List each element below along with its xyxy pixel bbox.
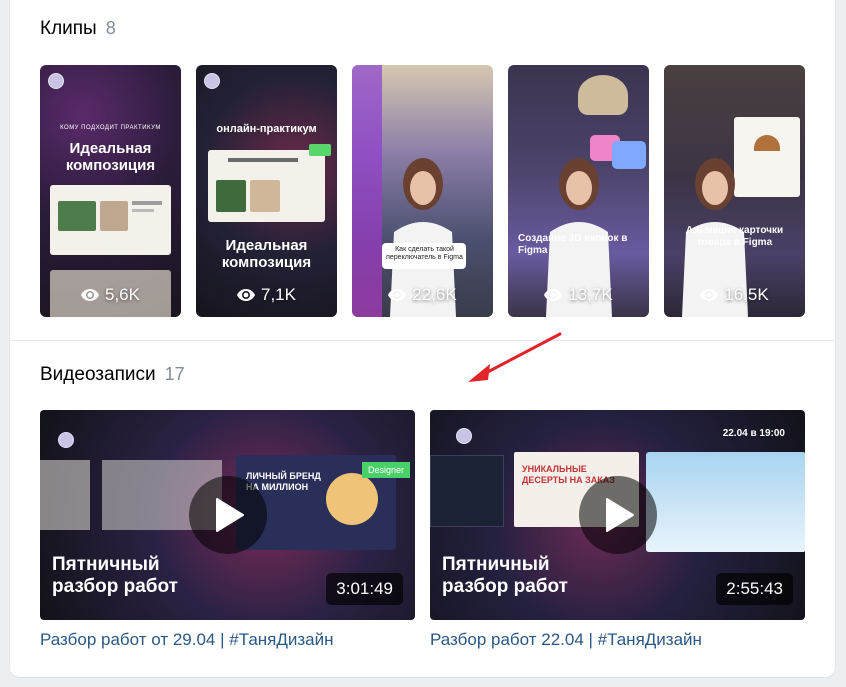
clip-caption: Анимация карточки товара в Figma [685, 225, 784, 248]
play-icon [605, 498, 634, 532]
avatar [456, 428, 472, 444]
videos-count: 17 [164, 364, 185, 384]
profile-media-card: Клипы 8 КОМУ ПОДХОДИТ ПРАКТИКУМ Идеальна… [10, 0, 835, 677]
views-count: 13,7K [568, 285, 613, 304]
design-mockup [208, 144, 331, 222]
video-item[interactable]: ЛИЧНЫЙ БРЕНД НА МИЛЛИОН Designer Пятничн… [40, 410, 415, 650]
eye-icon [544, 289, 563, 301]
design-mockup [50, 185, 171, 255]
clip-heading: Идеальная композиция [221, 237, 312, 272]
video-thumbnail[interactable]: 22.04 в 19:00 УНИКАЛЬНЫЕ ДЕСЕРТЫ НА ЗАКА… [430, 410, 805, 620]
clip-caption: Как сделать такой переключатель в Figma [386, 246, 463, 262]
avatar [48, 73, 64, 89]
eye-icon [700, 289, 719, 301]
clip-views: 7,1K [196, 285, 337, 305]
clip-heading: Идеальная композиция [65, 140, 156, 175]
clip-item[interactable]: Как сделать такой переключатель в Figma … [352, 65, 493, 317]
play-button[interactable] [578, 476, 657, 554]
videos-list: ЛИЧНЫЙ БРЕНД НА МИЛЛИОН Designer Пятничн… [40, 410, 805, 650]
video-item[interactable]: 22.04 в 19:00 УНИКАЛЬНЫЕ ДЕСЕРТЫ НА ЗАКА… [430, 410, 805, 650]
eye-icon [81, 289, 99, 301]
thumbnail-title: Пятничный разбор работ [442, 554, 568, 598]
clip-item[interactable]: Анимация карточки товара в Figma 16,5K [664, 65, 805, 317]
video-title-link[interactable]: Разбор работ 22.04 | #ТаняДизайн [430, 630, 805, 650]
play-button[interactable] [188, 476, 267, 554]
video-duration: 3:01:49 [326, 573, 403, 605]
videos-header[interactable]: Видеозаписи 17 [40, 364, 185, 386]
play-icon [215, 498, 244, 532]
avatar [58, 432, 74, 448]
video-duration: 2:55:43 [716, 573, 793, 605]
views-count: 16,5K [724, 285, 769, 304]
eye-icon [237, 289, 255, 301]
date-badge: 22.04 в 19:00 [722, 428, 785, 439]
clip-views: 5,6K [40, 285, 181, 305]
clip-tagline: онлайн-практикум [216, 123, 317, 135]
eye-icon [388, 289, 407, 301]
views-count: 22,6K [412, 285, 457, 304]
clip-item[interactable]: КОМУ ПОДХОДИТ ПРАКТИКУМ Идеальная композ… [40, 65, 181, 317]
designer-badge: Designer [362, 462, 411, 478]
video-thumbnail[interactable]: ЛИЧНЫЙ БРЕНД НА МИЛЛИОН Designer Пятничн… [40, 410, 415, 620]
avatar [204, 73, 220, 89]
section-divider [10, 340, 835, 341]
clip-tagline: КОМУ ПОДХОДИТ ПРАКТИКУМ [60, 125, 161, 131]
clip-item[interactable]: Создание 3D иконок в Figma 13,7K [508, 65, 649, 317]
views-count: 5,6K [105, 285, 140, 304]
clips-count: 8 [105, 18, 116, 38]
clip-item[interactable]: онлайн-практикум Идеальная композиция 7,… [196, 65, 337, 317]
annotation-arrow-icon [468, 332, 562, 382]
clips-list: КОМУ ПОДХОДИТ ПРАКТИКУМ Идеальная композ… [40, 65, 805, 317]
clips-header[interactable]: Клипы 8 [40, 18, 116, 40]
clip-caption: Создание 3D иконок в Figma [518, 233, 628, 256]
views-count: 7,1K [261, 285, 296, 304]
thumbnail-title: Пятничный разбор работ [52, 554, 178, 598]
clip-views: 16,5K [664, 285, 805, 305]
clips-title: Клипы [40, 18, 97, 39]
clip-views: 22,6K [352, 285, 493, 305]
videos-title: Видеозаписи [40, 364, 156, 385]
clip-views: 13,7K [508, 285, 649, 305]
video-title-link[interactable]: Разбор работ от 29.04 | #ТаняДизайн [40, 630, 415, 650]
